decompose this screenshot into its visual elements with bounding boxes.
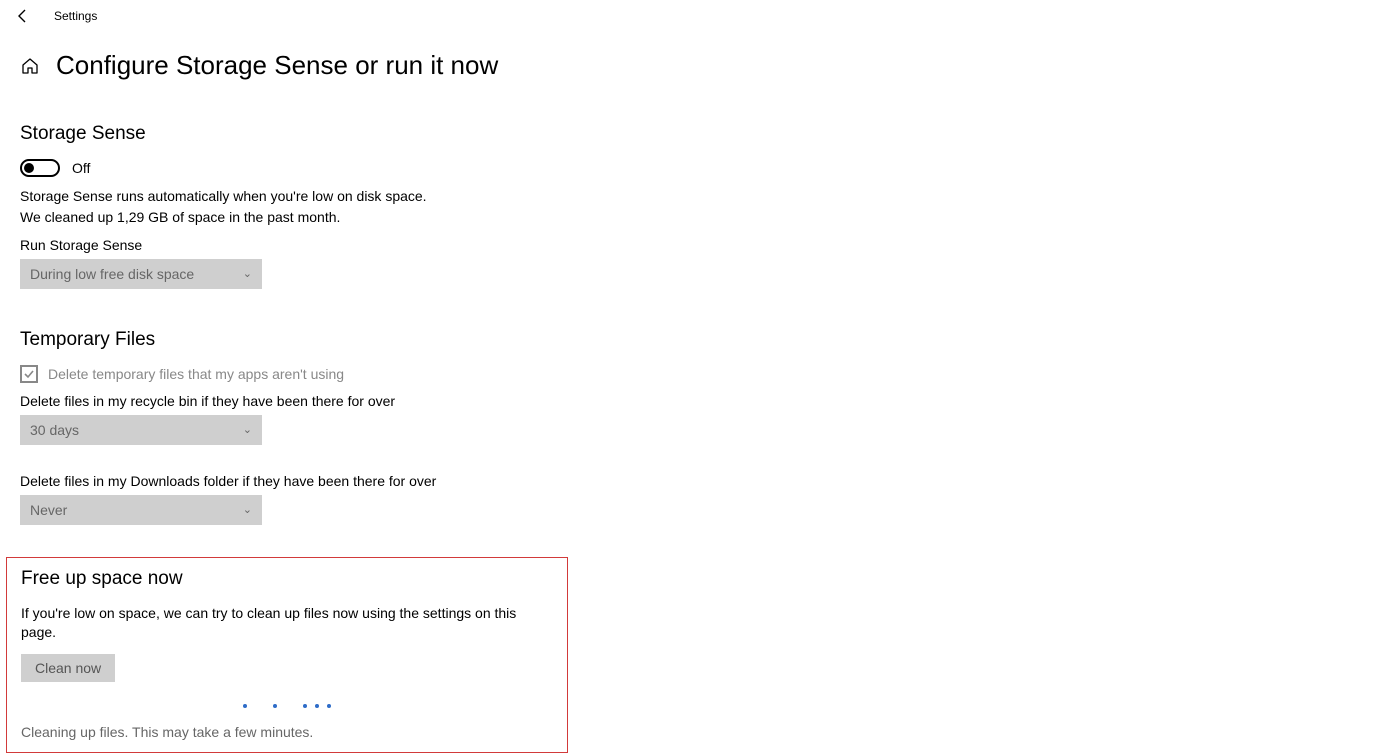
home-icon[interactable] — [20, 56, 40, 76]
downloads-label: Delete files in my Downloads folder if t… — [20, 473, 620, 489]
storage-sense-toggle[interactable] — [20, 159, 60, 177]
run-storage-sense-label: Run Storage Sense — [20, 237, 620, 253]
storage-sense-desc-2: We cleaned up 1,29 GB of space in the pa… — [20, 208, 620, 227]
downloads-value: Never — [30, 502, 67, 518]
delete-temp-files-checkbox[interactable] — [20, 365, 38, 383]
back-button[interactable] — [14, 7, 32, 25]
free-up-desc: If you're low on space, we can try to cl… — [21, 604, 553, 642]
recycle-bin-value: 30 days — [30, 422, 79, 438]
page-title: Configure Storage Sense or run it now — [56, 50, 498, 81]
free-up-heading: Free up space now — [21, 568, 553, 590]
temporary-files-heading: Temporary Files — [20, 329, 620, 351]
run-storage-sense-value: During low free disk space — [30, 266, 194, 282]
storage-sense-toggle-label: Off — [72, 160, 90, 176]
recycle-bin-dropdown[interactable]: 30 days ⌄ — [20, 415, 262, 445]
downloads-dropdown[interactable]: Never ⌄ — [20, 495, 262, 525]
storage-sense-heading: Storage Sense — [20, 123, 620, 145]
chevron-down-icon: ⌄ — [243, 423, 252, 436]
chevron-down-icon: ⌄ — [243, 503, 252, 516]
storage-sense-desc-1: Storage Sense runs automatically when yo… — [20, 187, 620, 206]
run-storage-sense-dropdown[interactable]: During low free disk space ⌄ — [20, 259, 262, 289]
app-title: Settings — [54, 9, 97, 23]
recycle-bin-label: Delete files in my recycle bin if they h… — [20, 393, 620, 409]
chevron-down-icon: ⌄ — [243, 267, 252, 280]
progress-indicator — [21, 704, 553, 708]
cleaning-status: Cleaning up files. This may take a few m… — [21, 724, 553, 740]
free-up-space-section: Free up space now If you're low on space… — [6, 557, 568, 753]
delete-temp-files-label: Delete temporary files that my apps aren… — [48, 366, 344, 382]
clean-now-button[interactable]: Clean now — [21, 654, 115, 682]
